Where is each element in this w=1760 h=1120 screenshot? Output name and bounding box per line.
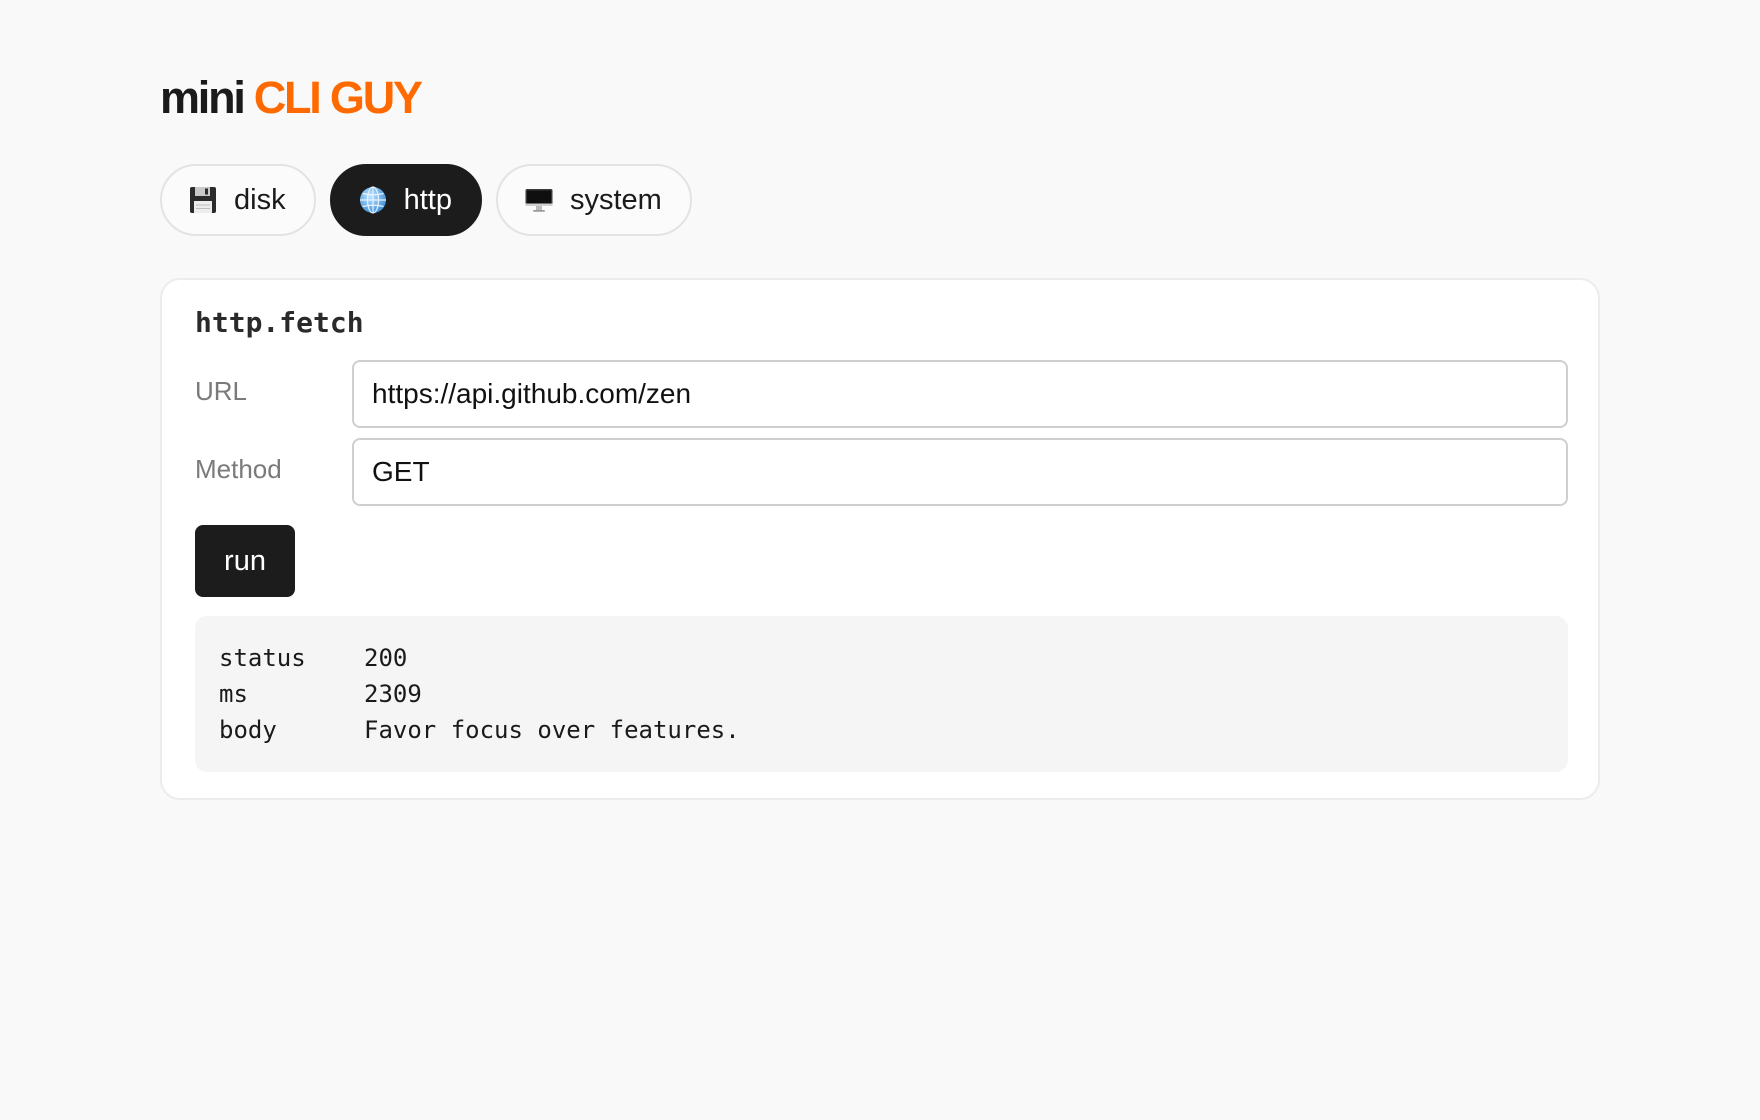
url-label: URL: [195, 376, 248, 406]
output-key: ms: [219, 680, 248, 708]
logo-text-cli-guy: CLI GUY: [253, 72, 423, 123]
panel-title: http.fetch: [195, 306, 364, 339]
http-fetch-panel: http.fetch URL Method run status 200 ms …: [160, 278, 1600, 800]
output-key: body: [219, 716, 277, 744]
page: mini CLI GUY disk http system http.fetch…: [0, 0, 1760, 1120]
output-row-body: body Favor focus over features.: [219, 712, 1544, 748]
method-label: Method: [195, 454, 282, 484]
app-logo: mini CLI GUY: [160, 70, 423, 126]
tab-disk-label: disk: [234, 183, 286, 216]
desktop-computer-icon: [524, 185, 554, 215]
output-key: status: [219, 644, 306, 672]
tab-http-label: http: [403, 183, 452, 216]
tab-http[interactable]: http: [329, 164, 482, 236]
output-value: Favor focus over features.: [364, 716, 740, 744]
floppy-disk-icon: [188, 185, 218, 215]
output-value: 200: [364, 644, 408, 672]
output-row-ms: ms 2309: [219, 676, 1544, 712]
tab-disk[interactable]: disk: [160, 164, 316, 236]
globe-icon: [358, 185, 388, 215]
output-value: 2309: [364, 680, 422, 708]
output-panel: status 200 ms 2309 body Favor focus over…: [195, 616, 1568, 772]
run-button[interactable]: run: [195, 525, 295, 597]
tab-system[interactable]: system: [495, 164, 692, 236]
tool-tabs: disk http system: [160, 164, 692, 236]
method-input[interactable]: [352, 438, 1568, 506]
logo-text-mini: mini: [160, 72, 246, 123]
tab-system-label: system: [569, 183, 662, 216]
url-input[interactable]: [352, 360, 1568, 428]
output-row-status: status 200: [219, 640, 1544, 676]
